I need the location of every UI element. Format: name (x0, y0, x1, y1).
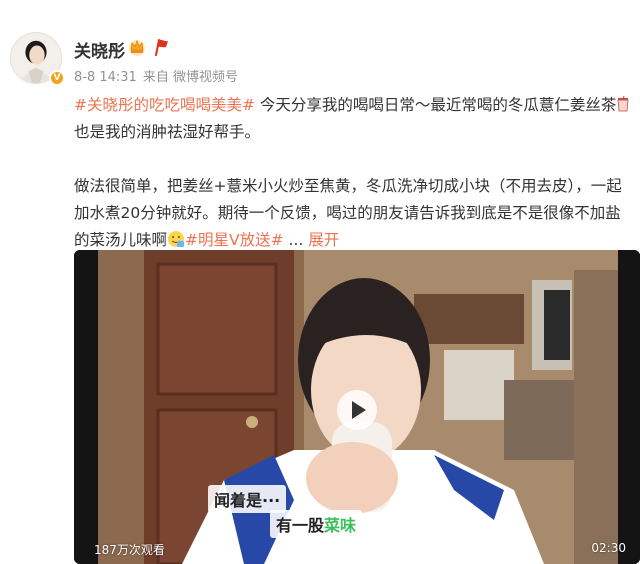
view-count: 187万次观看 (94, 543, 165, 557)
crown-badge-icon[interactable] (127, 37, 147, 57)
post-text-line: 也是我的消肿祛湿好帮手。 (74, 123, 261, 141)
expand-link[interactable]: 展开 (308, 231, 339, 249)
post-source: 来自 微博视频号 (142, 70, 238, 85)
subtitle-highlight: 菜味 (324, 516, 357, 535)
video-subtitle: 有一股菜味 (270, 510, 363, 538)
verified-badge-icon: V (49, 70, 65, 86)
drink-cup-emoji-icon (617, 96, 629, 112)
post-meta: 8-8 14:31 来自 微博视频号 (74, 66, 244, 85)
video-subtitle: 闻着是··· (208, 485, 287, 513)
video-duration: 02:30 (591, 541, 626, 555)
hashtag-link[interactable]: #明星V放送# (185, 231, 284, 249)
post-header: V 关晓彤 8-8 14:31 来自 微博视频号 (0, 0, 640, 92)
hashtag-link[interactable]: #关晓彤的吃吃喝喝美美# (74, 96, 255, 114)
post-text: #关晓彤的吃吃喝喝美美# 今天分享我的喝喝日常～最近常喝的冬瓜薏仁姜丝茶 也是我… (74, 92, 636, 254)
smiling-face-emoji-icon (168, 231, 185, 247)
subtitle-text: 有一股 (276, 516, 325, 535)
post-time[interactable]: 8-8 14:31 (74, 70, 137, 85)
author-name[interactable]: 关晓彤 (74, 37, 125, 62)
post-paragraph: 做法很简单，把姜丝+薏米小火炒至焦黄，冬瓜洗净切成小块（不用去皮），一起加水煮2… (74, 177, 622, 249)
red-flag-icon[interactable] (153, 38, 169, 56)
video-player[interactable]: 闻着是··· 有一股菜味 187万次观看 02:30 (74, 250, 640, 564)
post-text-line: 今天分享我的喝喝日常～最近常喝的冬瓜薏仁姜丝茶 (254, 96, 617, 114)
ellipsis: ... (283, 231, 309, 249)
play-icon[interactable] (337, 390, 377, 430)
